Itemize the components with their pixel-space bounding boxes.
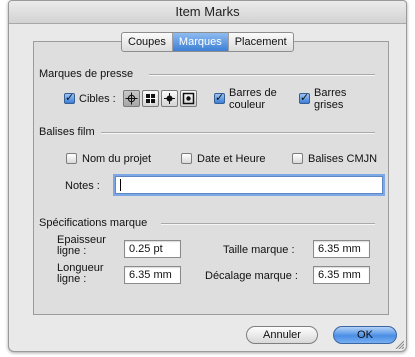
- tab-placement[interactable]: Placement: [229, 33, 293, 51]
- resize-grip-icon[interactable]: [394, 339, 404, 349]
- tab-marques[interactable]: Marques: [172, 33, 229, 51]
- item-marks-dialog: Item Marks Coupes Marques Placement Marq…: [8, 0, 407, 352]
- color-bars-label-line1: Barres de: [229, 87, 277, 99]
- gray-bars-label-line2: grises: [314, 99, 344, 111]
- film-tags-separator: [101, 132, 375, 134]
- date-time-checkbox[interactable]: [181, 153, 192, 164]
- mark-size-input[interactable]: 6.35 mm: [313, 240, 370, 258]
- mark-size-label: Taille marque :: [223, 244, 295, 256]
- cmyk-tags-checkbox[interactable]: [292, 153, 303, 164]
- cibles-label: Cibles :: [79, 93, 116, 105]
- gray-bars-checkbox[interactable]: [299, 91, 310, 104]
- cancel-button[interactable]: Annuler: [246, 326, 318, 344]
- date-time-label: Date et Heure: [197, 153, 266, 165]
- cibles-checkbox[interactable]: [64, 91, 75, 104]
- mark-offset-label: Décalage marque :: [205, 270, 298, 282]
- cross-target-icon[interactable]: [161, 90, 178, 107]
- project-name-checkbox[interactable]: [66, 153, 77, 164]
- frame-target-icon[interactable]: [180, 90, 197, 107]
- press-marks-separator: [149, 74, 375, 76]
- project-name-label: Nom du projet: [82, 153, 152, 165]
- ok-button[interactable]: OK: [333, 326, 397, 344]
- film-tags-heading: Balises film: [39, 126, 95, 138]
- tab-coupes[interactable]: Coupes: [122, 33, 173, 51]
- window-title: Item Marks: [9, 1, 406, 24]
- square-target-icon[interactable]: [142, 90, 159, 107]
- line-weight-input[interactable]: 0.25 pt: [124, 240, 181, 258]
- mark-offset-input[interactable]: 6.35 mm: [313, 266, 370, 284]
- line-weight-label-line2: ligne :: [57, 245, 87, 257]
- text-caret: [120, 179, 121, 191]
- gray-bars-label-line1: Barres: [314, 87, 347, 99]
- color-bars-label-line2: couleur: [229, 99, 266, 111]
- color-bars-checkbox[interactable]: [214, 91, 225, 104]
- cmyk-tags-label: Balises CMJN: [308, 153, 378, 165]
- mark-specs-separator: [161, 223, 375, 225]
- mark-specs-heading: Spécifications marque: [39, 217, 148, 229]
- notes-label: Notes :: [65, 180, 100, 192]
- line-length-input[interactable]: 6.35 mm: [124, 266, 181, 284]
- tab-bar: Coupes Marques Placement: [121, 32, 294, 52]
- press-marks-heading: Marques de presse: [39, 68, 134, 80]
- notes-input[interactable]: [115, 176, 383, 194]
- crosshair-target-icon[interactable]: [123, 90, 140, 107]
- line-length-label-line2: ligne :: [57, 273, 87, 285]
